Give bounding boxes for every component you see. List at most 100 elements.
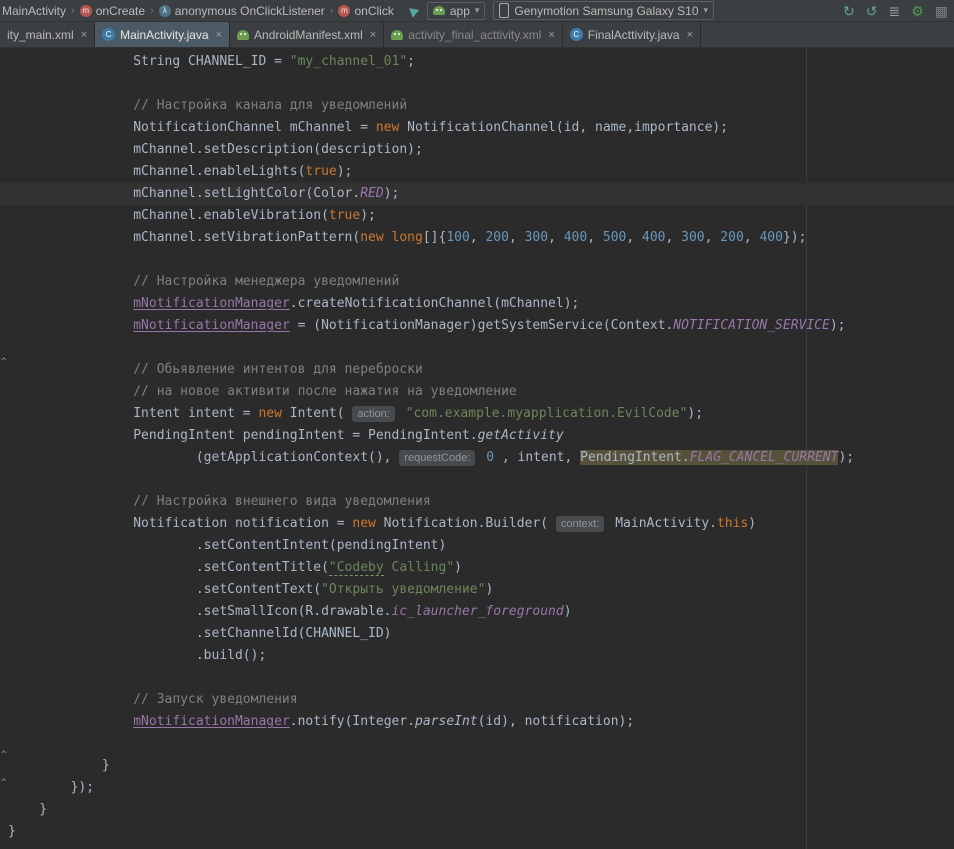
- code-token: 100: [446, 230, 469, 245]
- code-token: }: [8, 758, 110, 773]
- code-token: "my_channel_01": [290, 54, 407, 69]
- code-line[interactable]: [8, 667, 954, 689]
- tab-label: AndroidManifest.xml: [254, 28, 363, 42]
- code-token: = (NotificationManager)getSystemService(…: [290, 318, 674, 333]
- fold-marker[interactable]: ^: [1, 778, 6, 788]
- gradle-sync-icon[interactable]: ↻: [843, 4, 855, 18]
- code-line[interactable]: [8, 733, 954, 755]
- tab-activity_final_acttivity.xml[interactable]: activity_final_acttivity.xml×: [384, 22, 563, 47]
- code-token: // Настройка внешнего вида уведомления: [8, 494, 431, 509]
- tab-ity_main.xml[interactable]: ity_main.xml ×: [0, 22, 95, 47]
- code-line[interactable]: // Настройка канала для уведомлений: [8, 95, 954, 117]
- editor-tab-bar: ity_main.xml×CMainActivity.java×AndroidM…: [0, 22, 954, 48]
- code-line[interactable]: Intent intent = new Intent( action: "com…: [8, 403, 954, 425]
- code-token: mNotificationManager: [133, 318, 290, 333]
- close-icon[interactable]: ×: [548, 29, 554, 41]
- code-line[interactable]: }: [8, 755, 954, 777]
- code-line[interactable]: mChannel.enableLights(true);: [8, 161, 954, 183]
- code-token: .notify(Integer.: [290, 714, 415, 729]
- code-line[interactable]: [8, 469, 954, 491]
- breadcrumb-item[interactable]: onClick: [354, 4, 393, 18]
- code-line[interactable]: // Запуск уведомления: [8, 689, 954, 711]
- code-token: .build();: [8, 648, 266, 663]
- tab-MainActivity.java[interactable]: CMainActivity.java×: [95, 22, 230, 47]
- close-icon[interactable]: ×: [687, 29, 693, 41]
- tab-label: ity_main.xml: [7, 28, 74, 42]
- close-icon[interactable]: ×: [81, 29, 87, 41]
- code-token: ): [564, 604, 572, 619]
- breadcrumb-item[interactable]: onCreate: [96, 4, 145, 18]
- code-token: 400: [759, 230, 782, 245]
- code-line[interactable]: String CHANNEL_ID = "my_channel_01";: [8, 51, 954, 73]
- device-select[interactable]: Genymotion Samsung Galaxy S10 ▾: [493, 1, 714, 20]
- code-line[interactable]: mNotificationManager.createNotificationC…: [8, 293, 954, 315]
- code-line[interactable]: mChannel.setDescription(description);: [8, 139, 954, 161]
- fold-marker[interactable]: ^: [1, 357, 6, 367]
- code-token: 300: [525, 230, 548, 245]
- code-line[interactable]: [8, 337, 954, 359]
- close-icon[interactable]: ×: [216, 29, 222, 41]
- code-token: ,: [548, 230, 564, 245]
- android-file-icon: [391, 30, 403, 40]
- code-line[interactable]: }: [8, 821, 954, 843]
- code-editor[interactable]: String CHANNEL_ID = "my_channel_01"; // …: [0, 48, 954, 849]
- code-token: []{: [423, 230, 446, 245]
- code-line[interactable]: // Настройка внешнего вида уведомления: [8, 491, 954, 513]
- code-line[interactable]: .setChannelId(CHANNEL_ID): [8, 623, 954, 645]
- code-token: MainActivity.: [607, 516, 717, 531]
- code-line[interactable]: [8, 73, 954, 95]
- code-line[interactable]: .setContentTitle("Codeby Calling"): [8, 557, 954, 579]
- breadcrumb-item[interactable]: MainActivity: [2, 4, 66, 18]
- code-line[interactable]: .build();: [8, 645, 954, 667]
- close-icon[interactable]: ×: [370, 29, 376, 41]
- code-line[interactable]: .setContentIntent(pendingIntent): [8, 535, 954, 557]
- sdk-manager-icon[interactable]: ⚙: [911, 4, 924, 18]
- code-token: (getApplicationContext(),: [8, 450, 399, 465]
- code-token: Intent intent =: [8, 406, 258, 421]
- navigate-arrow-icon[interactable]: [406, 4, 419, 17]
- code-line[interactable]: mNotificationManager = (NotificationMana…: [8, 315, 954, 337]
- code-token: new: [258, 406, 281, 421]
- code-token: });: [8, 780, 94, 795]
- android-file-icon: [237, 30, 249, 40]
- android-icon: [433, 6, 445, 15]
- todo-list-icon[interactable]: ≣: [888, 4, 900, 18]
- code-token: );: [360, 208, 376, 223]
- code-line[interactable]: mChannel.enableVibration(true);: [8, 205, 954, 227]
- tab-label: MainActivity.java: [120, 28, 208, 42]
- code-line[interactable]: .setContentText("Открыть уведомление"): [8, 579, 954, 601]
- code-token: PendingIntent pendingIntent = PendingInt…: [8, 428, 478, 443]
- code-line[interactable]: (getApplicationContext(), requestCode: 0…: [8, 447, 954, 469]
- tab-AndroidManifest.xml[interactable]: AndroidManifest.xml ×: [230, 22, 384, 47]
- code-line[interactable]: // Настройка менеджера уведомлений: [8, 271, 954, 293]
- code-line[interactable]: Notification notification = new Notifica…: [8, 513, 954, 535]
- code-line[interactable]: mChannel.setLightColor(Color.RED);: [0, 183, 954, 205]
- code-line[interactable]: mNotificationManager.notify(Integer.pars…: [8, 711, 954, 733]
- code-line[interactable]: mChannel.setVibrationPattern(new long[]{…: [8, 227, 954, 249]
- code-token: );: [838, 450, 854, 465]
- parameter-hint: requestCode:: [399, 450, 475, 466]
- method-icon: m: [338, 5, 350, 17]
- vcs-update-icon[interactable]: ↺: [866, 4, 878, 18]
- fold-marker[interactable]: ^: [1, 750, 6, 760]
- code-line[interactable]: [8, 249, 954, 271]
- code-line[interactable]: }: [8, 799, 954, 821]
- run-config-select[interactable]: app ▾: [427, 2, 486, 20]
- code-token: ic_launcher_foreground: [392, 604, 564, 619]
- device-manager-icon[interactable]: ▦: [935, 4, 948, 18]
- code-line[interactable]: // на новое активити после нажатия на ув…: [8, 381, 954, 403]
- code-token: getActivity: [478, 428, 564, 443]
- code-token: [8, 318, 133, 333]
- code-token: new: [376, 120, 399, 135]
- code-line[interactable]: NotificationChannel mChannel = new Notif…: [8, 117, 954, 139]
- code-token: mChannel.setLightColor(Color.: [8, 186, 360, 201]
- code-token: ): [748, 516, 756, 531]
- code-line[interactable]: .setSmallIcon(R.drawable.ic_launcher_for…: [8, 601, 954, 623]
- code-token: Calling": [384, 560, 454, 575]
- code-line[interactable]: // Обьявление интентов для переброски: [8, 359, 954, 381]
- code-line[interactable]: PendingIntent pendingIntent = PendingInt…: [8, 425, 954, 447]
- code-line[interactable]: });: [8, 777, 954, 799]
- code-token: (id), notification);: [478, 714, 635, 729]
- breadcrumb-item[interactable]: anonymous OnClickListener: [175, 4, 325, 18]
- tab-FinalActtivity.java[interactable]: CFinalActtivity.java×: [563, 22, 701, 47]
